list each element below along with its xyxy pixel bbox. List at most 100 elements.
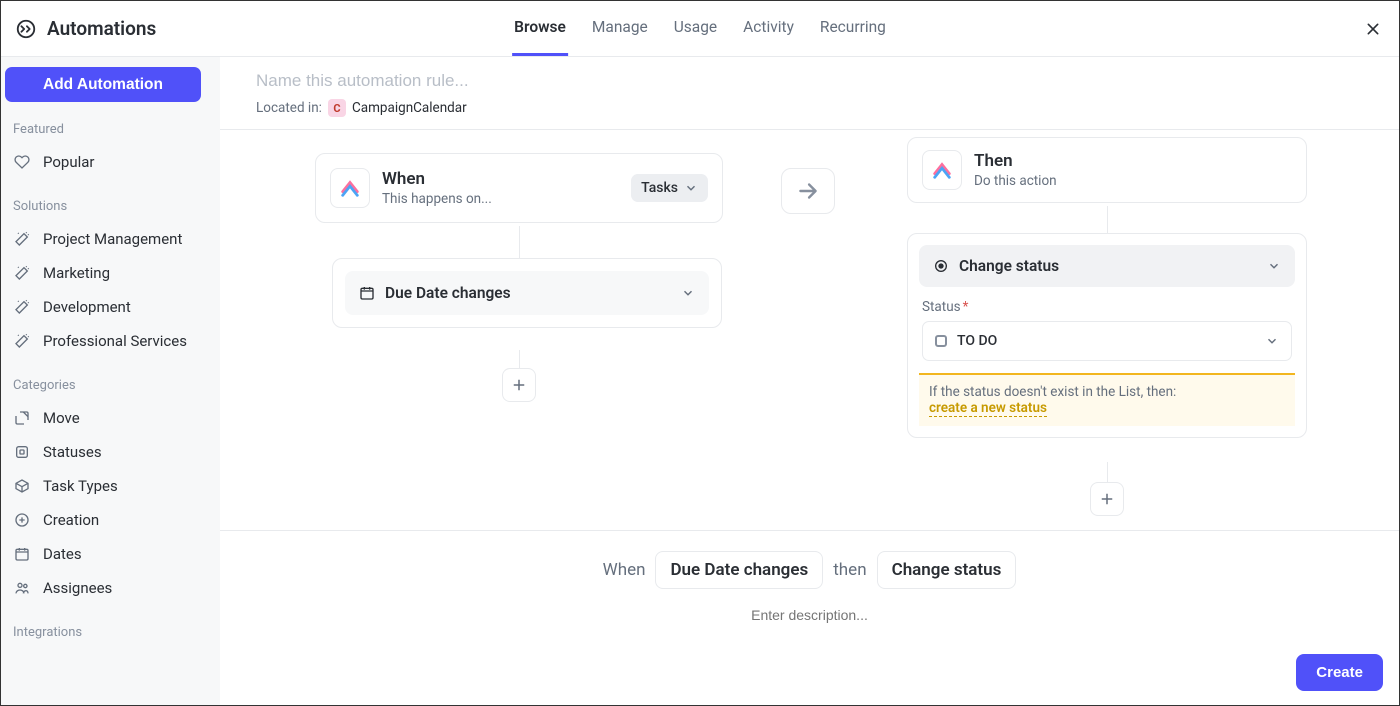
summary-then: then	[833, 560, 866, 580]
scope-dropdown[interactable]: Tasks	[631, 174, 708, 202]
warning-text: If the status doesn't exist in the List,…	[929, 384, 1285, 400]
sidebar-section-categories: Categories	[5, 358, 214, 401]
header-left: Automations	[1, 17, 156, 40]
automation-canvas: When This happens on... Tasks Due Date c…	[220, 130, 1399, 530]
heart-icon	[13, 153, 31, 171]
description-input[interactable]	[610, 607, 1010, 623]
main: Located in: C CampaignCalendar When	[220, 57, 1399, 705]
page-title: Automations	[47, 17, 156, 40]
sidebar-item-assignees[interactable]: Assignees	[5, 571, 214, 605]
sidebar-item-label: Professional Services	[43, 332, 187, 350]
chevron-down-icon	[681, 286, 695, 300]
chevron-down-icon	[1267, 259, 1281, 273]
calendar-icon	[359, 285, 375, 301]
sidebar-item-label: Development	[43, 298, 131, 316]
sidebar-item-label: Task Types	[43, 477, 118, 495]
trigger-label: Due Date changes	[385, 284, 671, 302]
tab-browse[interactable]: Browse	[512, 1, 568, 56]
sidebar-item-project-management[interactable]: Project Management	[5, 222, 214, 256]
sidebar-item-label: Popular	[43, 153, 95, 171]
sidebar-item-professional-services[interactable]: Professional Services	[5, 324, 214, 358]
scope-label: Tasks	[641, 180, 678, 196]
footer: When Due Date changes then Change status…	[220, 530, 1399, 705]
trigger-selector[interactable]: Due Date changes	[345, 271, 709, 315]
clickup-logo-icon	[330, 168, 370, 208]
sidebar-item-label: Dates	[43, 545, 82, 563]
trigger-card: Due Date changes	[332, 258, 722, 328]
connector-line	[519, 350, 520, 368]
sidebar-section-solutions: Solutions	[5, 179, 214, 222]
chevron-down-icon	[684, 181, 698, 195]
action-selector[interactable]: Change status	[919, 245, 1295, 287]
sidebar-item-label: Project Management	[43, 230, 182, 248]
summary-action-chip[interactable]: Change status	[877, 551, 1017, 589]
status-icon	[13, 443, 31, 461]
wand-icon	[13, 264, 31, 282]
then-subtitle: Do this action	[974, 173, 1292, 189]
tab-manage[interactable]: Manage	[590, 1, 650, 56]
wand-icon	[13, 230, 31, 248]
sidebar: Add Automation Featured Popular Solution…	[1, 57, 220, 705]
create-button[interactable]: Create	[1296, 654, 1383, 691]
sidebar-item-label: Statuses	[43, 443, 102, 461]
sidebar-item-creation[interactable]: Creation	[5, 503, 214, 537]
wand-icon	[13, 298, 31, 316]
summary-trigger-chip[interactable]: Due Date changes	[655, 551, 823, 589]
radio-selected-icon	[933, 258, 949, 274]
status-field: Status* TO DO	[908, 287, 1306, 361]
box-icon	[13, 477, 31, 495]
sidebar-item-label: Assignees	[43, 579, 112, 597]
list-badge-icon: C	[328, 99, 346, 117]
app-header: Automations Browse Manage Usage Activity…	[1, 1, 1399, 57]
status-field-label: Status*	[922, 299, 1292, 315]
when-card: When This happens on... Tasks	[315, 153, 723, 223]
sidebar-section-featured: Featured	[5, 102, 214, 145]
connector-line	[1107, 462, 1108, 482]
sidebar-item-popular[interactable]: Popular	[5, 145, 214, 179]
summary-when: When	[603, 560, 646, 580]
add-automation-button[interactable]: Add Automation	[5, 67, 201, 102]
add-trigger-button[interactable]	[502, 368, 536, 402]
sidebar-item-dates[interactable]: Dates	[5, 537, 214, 571]
status-dropdown[interactable]: TO DO	[922, 321, 1292, 361]
close-icon[interactable]	[1361, 17, 1385, 41]
then-title: Then	[974, 151, 1292, 171]
arrow-connector	[781, 168, 835, 214]
when-subtitle: This happens on...	[382, 191, 631, 207]
clickup-logo-icon	[922, 150, 962, 190]
action-label: Change status	[959, 257, 1257, 275]
move-icon	[13, 409, 31, 427]
automation-logo-icon	[15, 18, 37, 40]
sidebar-item-label: Move	[43, 409, 80, 427]
summary-sentence: When Due Date changes then Change status	[603, 551, 1017, 589]
arrow-right-icon	[795, 178, 821, 204]
config-top: Located in: C CampaignCalendar	[220, 57, 1399, 130]
status-value: TO DO	[957, 333, 1255, 349]
tab-usage[interactable]: Usage	[672, 1, 719, 56]
automation-name-input[interactable]	[256, 71, 1363, 91]
located-in-label: Located in:	[256, 100, 322, 116]
location-chip[interactable]: C CampaignCalendar	[328, 99, 467, 117]
plus-circle-icon	[13, 511, 31, 529]
status-warning: If the status doesn't exist in the List,…	[919, 373, 1295, 426]
add-action-button[interactable]	[1090, 482, 1124, 516]
then-card: Then Do this action	[907, 137, 1307, 203]
sidebar-item-marketing[interactable]: Marketing	[5, 256, 214, 290]
create-status-link[interactable]: create a new status	[929, 400, 1047, 417]
location-row: Located in: C CampaignCalendar	[256, 99, 1363, 117]
sidebar-item-label: Marketing	[43, 264, 110, 282]
tab-activity[interactable]: Activity	[741, 1, 796, 56]
sidebar-item-task-types[interactable]: Task Types	[5, 469, 214, 503]
sidebar-item-statuses[interactable]: Statuses	[5, 435, 214, 469]
connector-line	[1107, 206, 1108, 233]
tab-recurring[interactable]: Recurring	[818, 1, 888, 56]
chevron-down-icon	[1265, 334, 1279, 348]
header-tabs: Browse Manage Usage Activity Recurring	[512, 1, 888, 56]
sidebar-item-move[interactable]: Move	[5, 401, 214, 435]
status-color-icon	[935, 335, 947, 347]
location-name: CampaignCalendar	[352, 100, 467, 116]
sidebar-item-development[interactable]: Development	[5, 290, 214, 324]
connector-line	[519, 226, 520, 258]
sidebar-item-label: Creation	[43, 511, 99, 529]
people-icon	[13, 579, 31, 597]
